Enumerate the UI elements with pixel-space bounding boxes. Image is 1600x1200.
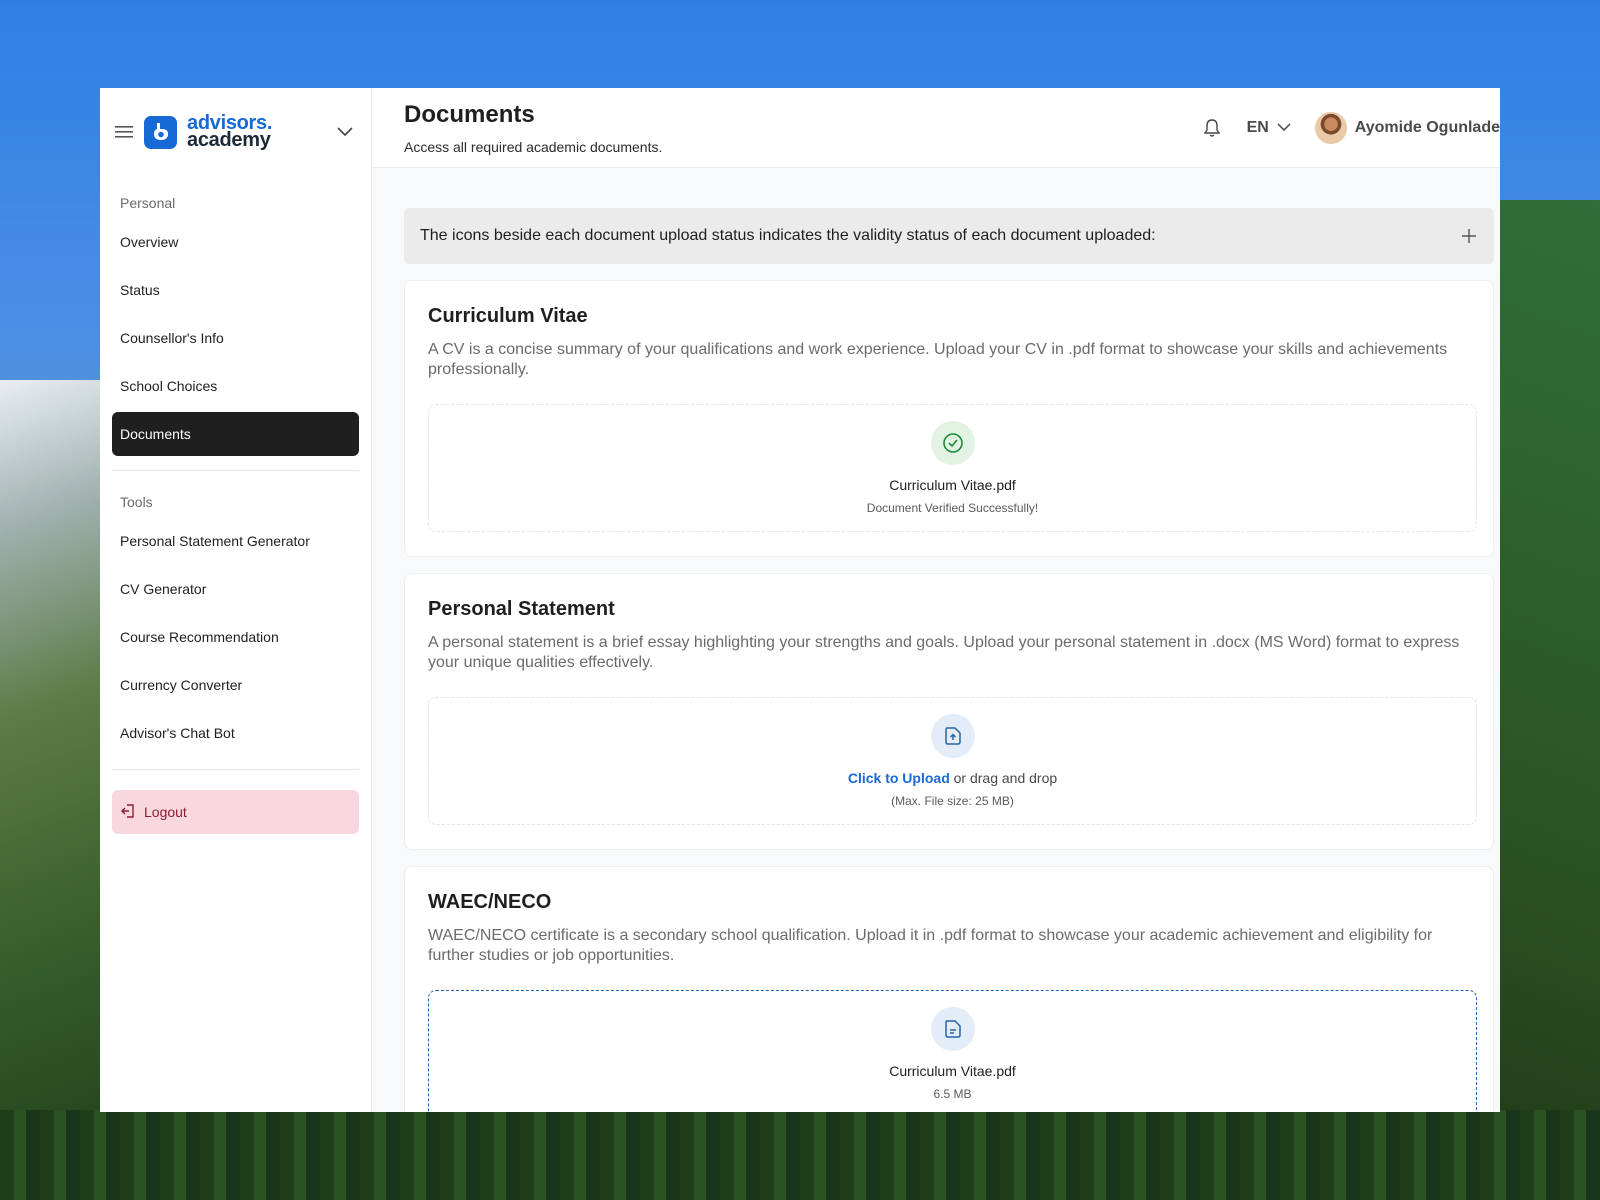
sidebar-divider (112, 769, 359, 770)
avatar (1314, 111, 1347, 144)
section-label-tools: Tools (120, 494, 153, 510)
document-title: WAEC/NECO (428, 891, 552, 913)
chevron-down-icon (1277, 119, 1291, 137)
sidebar-item-status[interactable]: Status (112, 268, 359, 312)
document-description: WAEC/NECO certificate is a secondary sch… (428, 927, 1433, 964)
sidebar-item-personal-statement-generator[interactable]: Personal Statement Generator (112, 519, 359, 563)
upload-dropzone[interactable]: Curriculum Vitae.pdf 6.5 MB (428, 990, 1477, 1112)
logout-icon (120, 803, 136, 822)
sidebar: advisors. academy Personal Overview Stat… (100, 88, 372, 1112)
hamburger-menu-icon[interactable] (114, 122, 134, 142)
header-titles: Documents Access all required academic d… (404, 101, 1201, 155)
info-accordion[interactable]: The icons beside each document upload st… (404, 208, 1494, 264)
document-title: Curriculum Vitae (428, 305, 588, 327)
section-label-personal: Personal (120, 195, 176, 211)
sidebar-divider (112, 470, 359, 471)
header-actions: EN Ayomide Ogunlade (1201, 111, 1500, 144)
sidebar-item-advisors-chat-bot[interactable]: Advisor's Chat Bot (112, 711, 359, 755)
file-name: Curriculum Vitae.pdf (889, 1063, 1016, 1079)
background-trees (0, 1110, 1600, 1200)
upload-prompt: Click to Upload or drag and drop (848, 770, 1057, 786)
page-title: Documents (404, 100, 535, 128)
file-name: Curriculum Vitae.pdf (889, 477, 1016, 493)
logo-line-2: academy (187, 129, 271, 151)
sidebar-item-course-recommendation[interactable]: Course Recommendation (112, 615, 359, 659)
drag-drop-text: or drag and drop (949, 770, 1058, 786)
app-window: advisors. academy Personal Overview Stat… (100, 88, 1500, 1112)
file-document-icon (930, 1007, 975, 1051)
document-card-personal-statement: Personal Statement A personal statement … (404, 573, 1494, 850)
plus-icon[interactable] (1460, 227, 1478, 245)
logout-button[interactable]: Logout (112, 790, 359, 834)
sidebar-item-school-choices[interactable]: School Choices (112, 364, 359, 408)
brand-row: advisors. academy (112, 88, 359, 176)
upload-dropzone[interactable]: Click to Upload or drag and drop (Max. F… (428, 697, 1477, 825)
info-text: The icons beside each document upload st… (420, 227, 1156, 244)
notification-bell-icon[interactable] (1201, 117, 1223, 139)
upload-dropzone[interactable]: Curriculum Vitae.pdf Document Verified S… (428, 404, 1477, 532)
page-subtitle: Access all required academic documents. (404, 138, 663, 155)
click-to-upload-link[interactable]: Click to Upload (848, 770, 950, 786)
file-size: 6.5 MB (933, 1087, 972, 1101)
chevron-down-icon[interactable] (337, 123, 355, 141)
sidebar-item-overview[interactable]: Overview (112, 220, 359, 264)
background-mountain-right (1500, 200, 1600, 1200)
language-label: EN (1246, 118, 1269, 136)
document-card-waec-neco: WAEC/NECO WAEC/NECO certificate is a sec… (404, 866, 1494, 1112)
user-menu[interactable]: Ayomide Ogunlade (1314, 111, 1500, 144)
logout-label: Logout (144, 804, 187, 820)
sidebar-item-documents[interactable]: Documents (112, 412, 359, 456)
language-selector[interactable]: EN (1247, 119, 1291, 137)
sidebar-item-cv-generator[interactable]: CV Generator (112, 567, 359, 611)
verification-status: Document Verified Successfully! (866, 501, 1039, 515)
background-mountain-left (0, 380, 100, 1200)
document-title: Personal Statement (428, 598, 615, 620)
document-description: A personal statement is a brief essay hi… (428, 634, 1460, 671)
page-header: Documents Access all required academic d… (372, 88, 1500, 168)
file-upload-icon (930, 714, 975, 758)
logo-mark-icon (144, 115, 177, 149)
user-name: Ayomide Ogunlade (1354, 118, 1500, 136)
sidebar-item-counsellors-info[interactable]: Counsellor's Info (112, 316, 359, 360)
documents-content: The icons beside each document upload st… (372, 168, 1500, 1112)
max-file-size: (Max. File size: 25 MB) (891, 794, 1014, 808)
main-content: Documents Access all required academic d… (372, 88, 1500, 1112)
document-description: A CV is a concise summary of your qualif… (428, 341, 1448, 378)
verified-check-icon (930, 421, 975, 465)
sidebar-item-currency-converter[interactable]: Currency Converter (112, 663, 359, 707)
logo-text: advisors. academy (187, 113, 272, 151)
document-card-cv: Curriculum Vitae A CV is a concise summa… (404, 280, 1494, 557)
